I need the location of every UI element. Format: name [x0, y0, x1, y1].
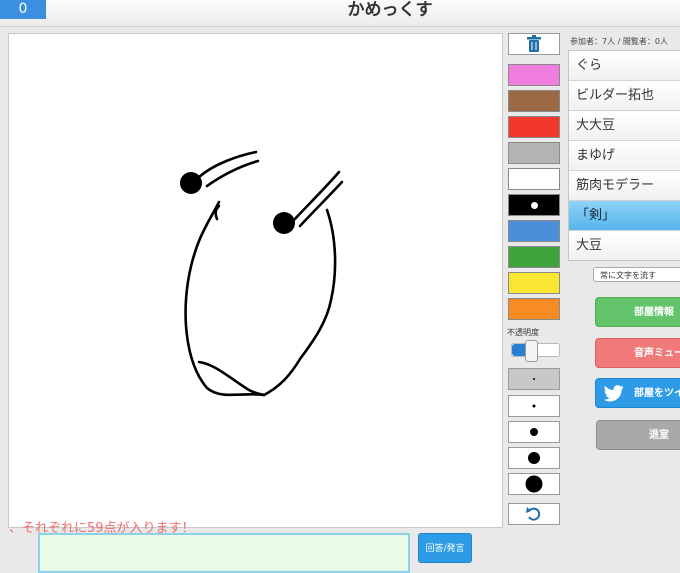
color-swatch[interactable]: [508, 90, 560, 112]
eye-left: [180, 172, 202, 194]
stroke-antenna-left-lower: [205, 159, 260, 188]
color-swatch[interactable]: [508, 64, 560, 86]
color-swatch[interactable]: [508, 142, 560, 164]
undo-icon: [526, 507, 541, 521]
stroke-body-inner: [214, 204, 221, 221]
color-swatch[interactable]: [508, 298, 560, 320]
app-header: 0 かめっくす: [0, 0, 680, 27]
flow-text-select[interactable]: 常に文字を流す: [593, 267, 680, 282]
answer-submit-button[interactable]: 回答/発言: [418, 533, 472, 563]
trash-icon: [527, 35, 541, 52]
tweet-room-label: 部屋をツイート: [634, 388, 680, 399]
color-swatch[interactable]: [508, 116, 560, 138]
twitter-bird-icon: [604, 385, 624, 402]
brush-size-5[interactable]: [508, 473, 560, 495]
room-info-button[interactable]: 部屋情報: [595, 297, 680, 327]
brush-size-3[interactable]: [508, 421, 560, 443]
opacity-slider[interactable]: [511, 340, 560, 362]
answer-input[interactable]: [38, 533, 410, 573]
color-swatch[interactable]: [508, 246, 560, 268]
participant-item[interactable]: まゆげ: [569, 141, 680, 171]
participant-item[interactable]: 大大豆: [569, 111, 680, 141]
tweet-room-button[interactable]: 部屋をツイート: [595, 378, 680, 408]
participant-item[interactable]: 「剣」: [569, 201, 680, 231]
voice-mute-button[interactable]: 音声ミュート: [595, 338, 680, 368]
opacity-label: 不透明度: [507, 328, 539, 337]
eye-right: [273, 212, 295, 234]
participant-item[interactable]: 筋肉モデラー: [569, 171, 680, 201]
voice-mute-label: 音声ミュート: [634, 348, 680, 359]
color-swatch[interactable]: [508, 194, 560, 216]
color-swatch[interactable]: [508, 220, 560, 242]
stroke-body: [184, 200, 337, 397]
participant-item[interactable]: ぐら: [569, 51, 680, 81]
leave-room-button[interactable]: 退室: [596, 420, 680, 450]
leave-room-label: 退室: [649, 430, 669, 441]
participant-list: ぐら ビルダー拓也 大大豆 まゆげ 筋肉モデラー 「剣」 大豆: [568, 50, 680, 261]
drawing-canvas[interactable]: 、それぞれに59点が入ります！: [8, 33, 503, 536]
color-swatch[interactable]: [508, 168, 560, 190]
participant-item[interactable]: ビルダー拓也: [569, 81, 680, 111]
stroke-antenna-right-upper: [290, 170, 341, 224]
opacity-slider-knob[interactable]: [525, 340, 538, 362]
participants-count: 参加者：7人 / 閲覧者：0人: [570, 37, 668, 46]
brush-size-4[interactable]: [508, 447, 560, 469]
brush-size-1[interactable]: [508, 368, 560, 390]
undo-button[interactable]: [508, 503, 560, 525]
brush-size-2[interactable]: [508, 395, 560, 417]
app-title: かめっくす: [347, 0, 433, 20]
color-swatch[interactable]: [508, 272, 560, 294]
participant-item[interactable]: 大豆: [569, 231, 680, 260]
stroke-antenna-right-lower: [298, 180, 344, 228]
clear-canvas-button[interactable]: [508, 33, 560, 55]
room-info-label: 部屋情報: [634, 307, 674, 318]
canvas-drawing: [180, 150, 344, 397]
